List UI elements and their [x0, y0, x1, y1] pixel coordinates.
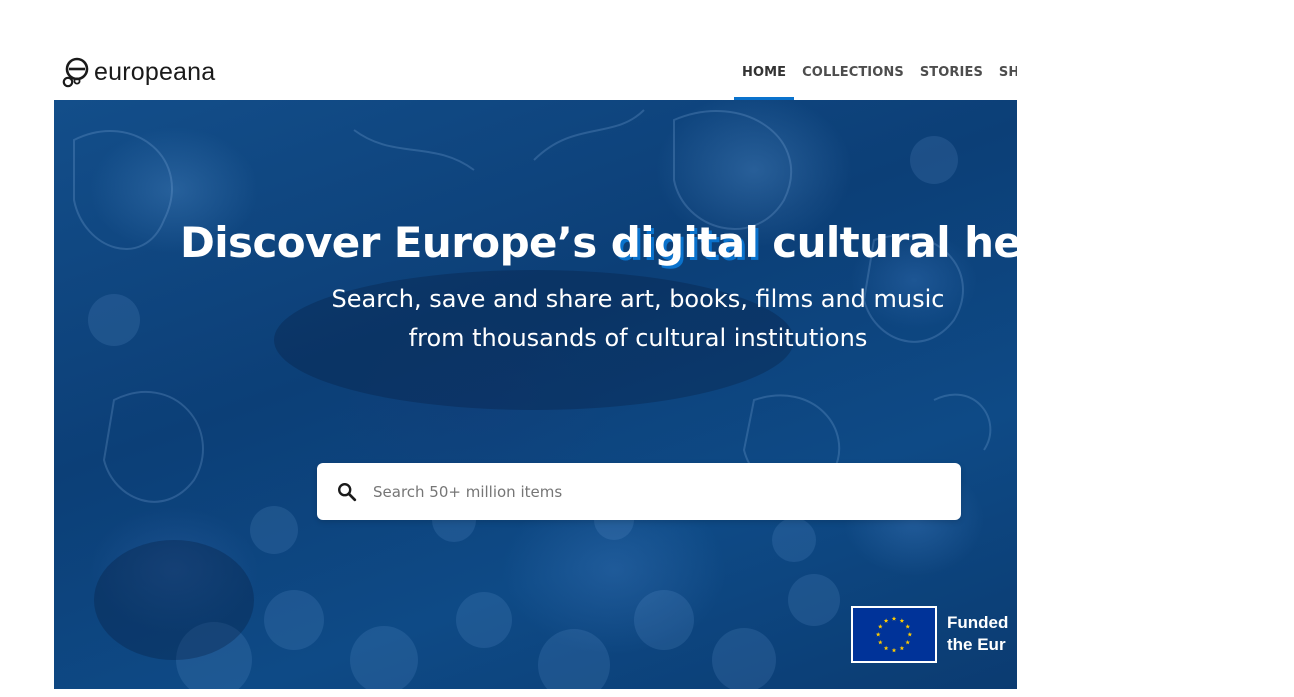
europeana-logo-icon [62, 57, 89, 88]
hero-background-image [73, 109, 992, 689]
site-header: europeana HOME COLLECTIONS STORIES SHAR [54, 44, 1017, 100]
nav-item-share[interactable]: SHAR [991, 44, 1017, 100]
eu-funding-text: Funded the Eur [947, 613, 1009, 654]
hero-title-start: Discover Europe’s [180, 218, 611, 267]
hero-title-end: cultural herit [772, 218, 1017, 267]
hero-title: Discover Europe’s digital cultural herit [180, 216, 1017, 270]
eu-funding-badge[interactable]: Funded the Eur [851, 603, 1017, 665]
hero-title-highlight: digital [610, 218, 759, 267]
hero-section: Discover Europe’s digital cultural herit… [54, 100, 1017, 689]
logo-wordmark: europeana [94, 57, 216, 86]
hero-subtitle: Search, save and share art, books, films… [331, 285, 945, 352]
eu-flag-icon [851, 605, 937, 663]
nav-item-home[interactable]: HOME [734, 44, 795, 100]
search-input[interactable] [373, 463, 943, 520]
search-box[interactable] [317, 463, 961, 520]
europeana-logo[interactable]: europeana [62, 56, 215, 88]
page-viewport: europeana HOME COLLECTIONS STORIES SHAR [54, 0, 1017, 689]
nav-item-stories[interactable]: STORIES [912, 44, 991, 100]
search-icon[interactable] [336, 481, 358, 503]
main-nav: HOME COLLECTIONS STORIES SHAR [734, 44, 1017, 100]
nav-item-collections[interactable]: COLLECTIONS [794, 44, 912, 100]
